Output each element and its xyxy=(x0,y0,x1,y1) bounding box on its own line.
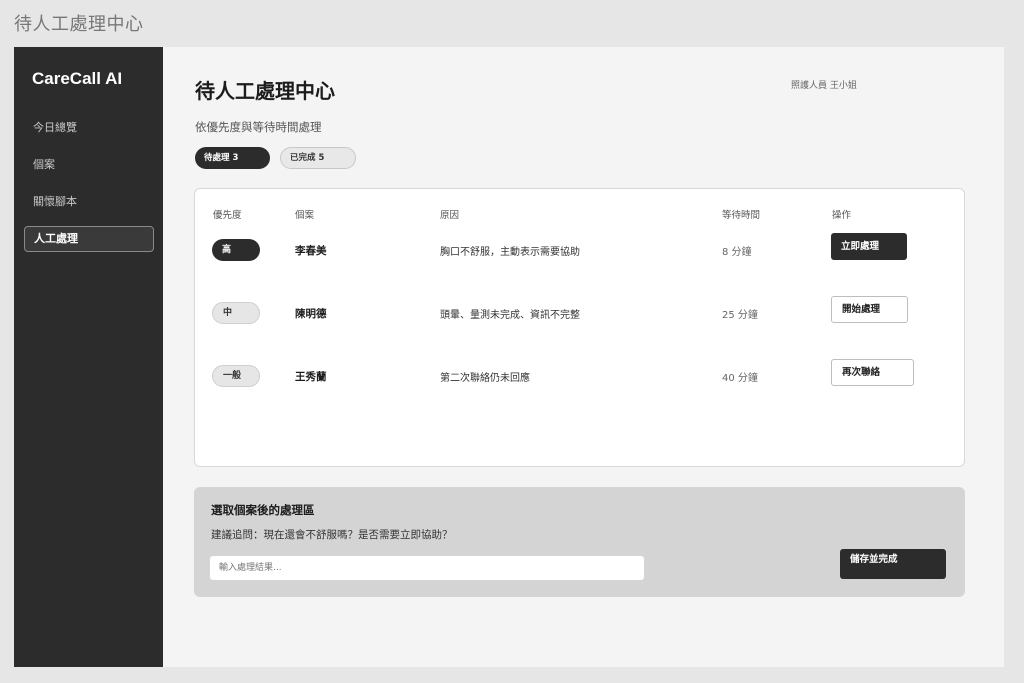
case-name: 王秀蘭 xyxy=(295,371,327,383)
sidebar: CareCall AI 今日總覽 個案 關懷腳本 人工處理 xyxy=(14,47,163,667)
priority-badge: 中 xyxy=(212,302,260,324)
wait-time: 40 分鐘 xyxy=(722,373,758,384)
panel-title: 選取個案後的處理區 xyxy=(211,503,315,517)
wait-time: 25 分鐘 xyxy=(722,310,758,321)
sidebar-item-cases[interactable]: 個案 xyxy=(24,152,154,178)
case-reason: 胸口不舒服，主動表示需要協助 xyxy=(440,247,580,258)
app-frame: CareCall AI 今日總覽 個案 關懷腳本 人工處理 待人工處理中心 照護… xyxy=(14,47,1004,667)
table-row[interactable]: 一般 王秀蘭 第二次聯絡仍未回應 40 分鐘 再次聯絡 xyxy=(195,359,964,392)
case-name: 陳明德 xyxy=(295,308,327,320)
filter-tabs: 待處理 3 已完成 5 xyxy=(195,147,356,169)
result-input[interactable] xyxy=(210,556,644,580)
handle-now-button[interactable]: 立即處理 xyxy=(831,233,907,260)
column-header-case: 個案 xyxy=(295,210,315,221)
case-name: 李春美 xyxy=(295,245,327,257)
handling-panel: 選取個案後的處理區 建議追問：現在還會不舒服嗎？是否需要立即協助？ 儲存並完成 xyxy=(194,487,965,597)
contact-again-button[interactable]: 再次聯絡 xyxy=(831,359,914,386)
column-header-action: 操作 xyxy=(832,210,852,221)
column-header-priority: 優先度 xyxy=(213,210,242,221)
page-title: 待人工處理中心 xyxy=(195,79,335,103)
case-reason: 第二次聯絡仍未回應 xyxy=(440,373,530,384)
start-handling-button[interactable]: 開始處理 xyxy=(831,296,908,323)
save-complete-button[interactable]: 儲存並完成 xyxy=(840,549,946,579)
suggested-question: 建議追問：現在還會不舒服嗎？是否需要立即協助？ xyxy=(211,529,453,541)
table-row[interactable]: 中 陳明德 頭暈、量測未完成、資訊不完整 25 分鐘 開始處理 xyxy=(195,296,964,329)
priority-badge: 一般 xyxy=(212,365,260,387)
window-title: 待人工處理中心 xyxy=(14,14,144,35)
sidebar-item-manual-handling[interactable]: 人工處理 xyxy=(24,226,154,252)
filter-pending[interactable]: 待處理 3 xyxy=(195,147,270,169)
queue-table: 優先度 個案 原因 等待時間 操作 高 李春美 胸口不舒服，主動表示需要協助 8… xyxy=(194,188,965,467)
column-header-wait: 等待時間 xyxy=(722,210,761,221)
brand-logo: CareCall AI xyxy=(32,69,123,88)
sidebar-item-overview[interactable]: 今日總覽 xyxy=(24,115,154,141)
sidebar-item-care-scripts[interactable]: 關懷腳本 xyxy=(24,189,154,215)
case-reason: 頭暈、量測未完成、資訊不完整 xyxy=(440,310,580,321)
table-row[interactable]: 高 李春美 胸口不舒服，主動表示需要協助 8 分鐘 立即處理 xyxy=(195,233,964,266)
main-content: 待人工處理中心 照護人員 王小姐 依優先度與等待時間處理 待處理 3 已完成 5… xyxy=(163,47,1004,667)
filter-completed[interactable]: 已完成 5 xyxy=(280,147,356,169)
priority-badge: 高 xyxy=(212,239,260,261)
wait-time: 8 分鐘 xyxy=(722,247,752,258)
sidebar-nav: 今日總覽 個案 關懷腳本 人工處理 xyxy=(24,115,154,263)
column-header-reason: 原因 xyxy=(440,210,460,221)
staff-label: 照護人員 王小姐 xyxy=(791,81,857,91)
page-subtitle: 依優先度與等待時間處理 xyxy=(195,120,322,134)
